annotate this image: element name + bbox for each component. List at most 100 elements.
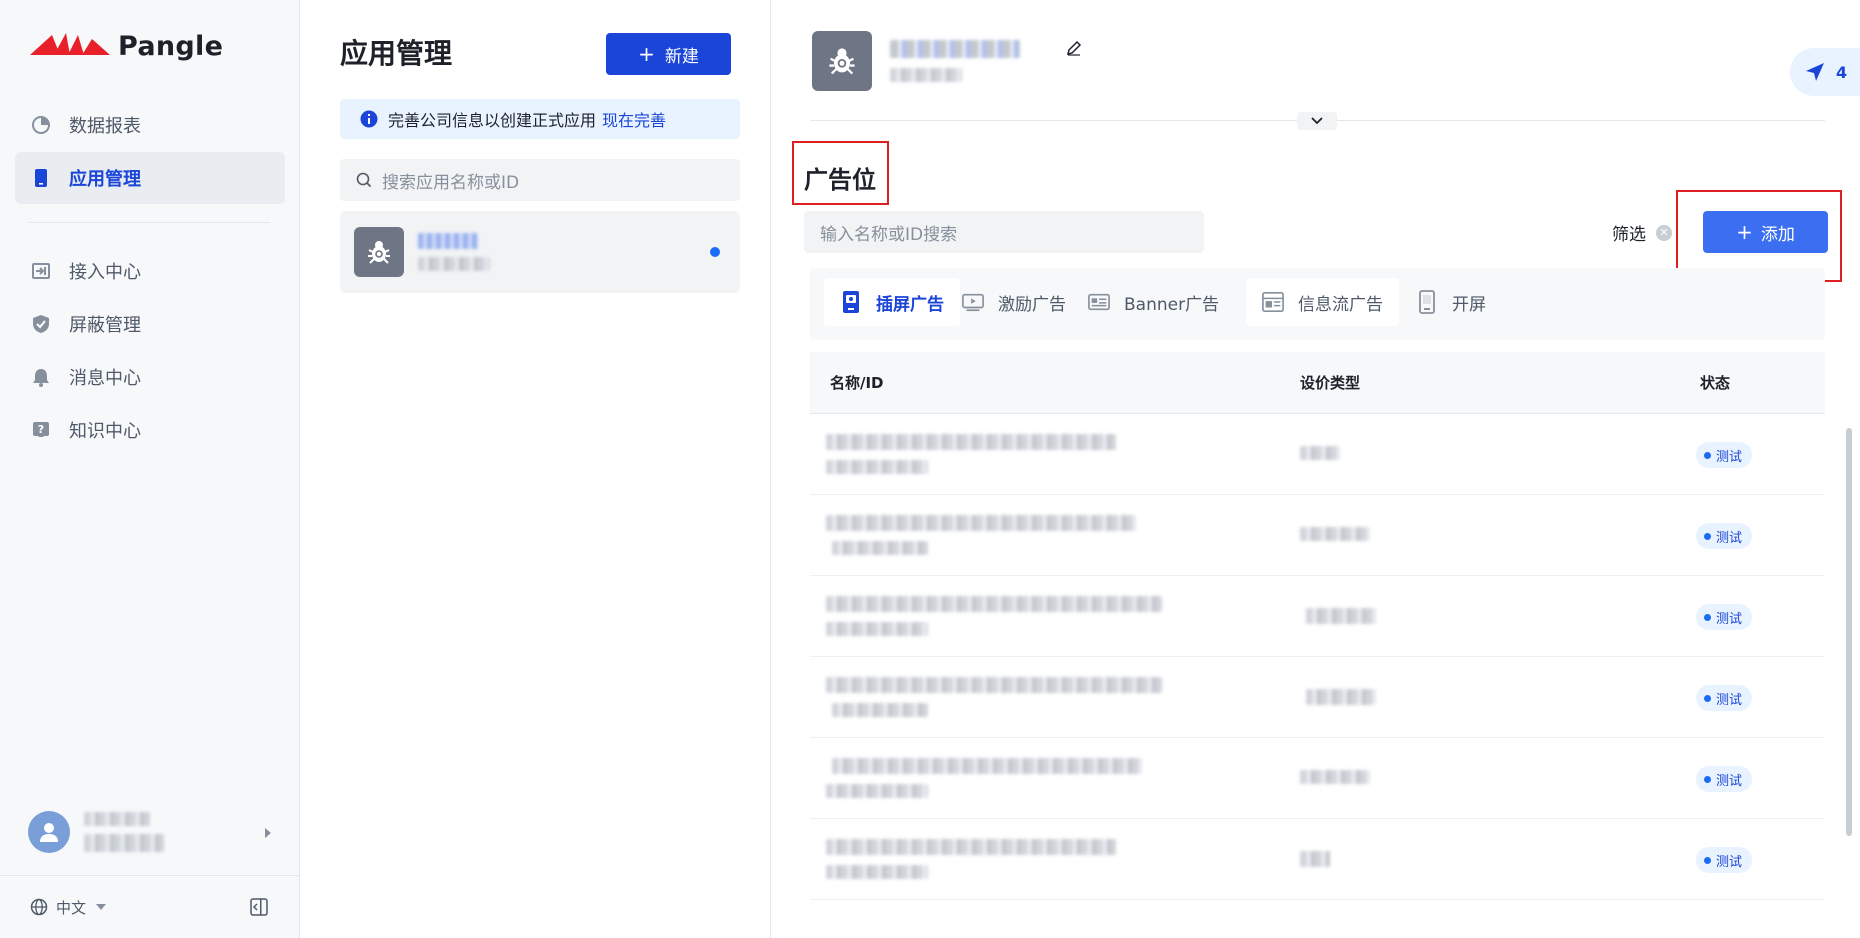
edit-icon[interactable]	[1066, 40, 1082, 56]
add-ad-slot-button[interactable]: + 添加	[1703, 211, 1828, 253]
ad-type-tabs: 插屏广告 激励广告 Banner广告 信息流广告 开屏	[810, 268, 1825, 340]
sidebar-item-message-center[interactable]: 消息中心	[15, 351, 285, 403]
sidebar-item-label: 应用管理	[69, 169, 141, 190]
new-app-button[interactable]: + 新建	[606, 33, 731, 75]
sidebar: Pangle 数据报表 应用管理 接入中心 屏蔽管理 消息中心 ? 知识中心 中…	[0, 0, 300, 938]
column-header-status: 状态	[1700, 374, 1731, 392]
info-icon	[360, 110, 378, 128]
slot-type-redacted	[1306, 689, 1376, 705]
table-row[interactable]: 测试	[810, 495, 1825, 576]
plus-icon: +	[638, 42, 655, 66]
sidebar-item-integration[interactable]: 接入中心	[15, 245, 285, 297]
sidebar-item-data-report[interactable]: 数据报表	[15, 99, 285, 151]
slot-type-redacted	[1300, 527, 1370, 541]
section-title: 广告位	[804, 166, 876, 194]
app-list-item[interactable]	[340, 211, 740, 293]
sidebar-item-knowledge-center[interactable]: ? 知识中心	[15, 404, 285, 456]
rewarded-video-icon	[962, 290, 984, 314]
info-notice: 完善公司信息以创建正式应用 现在完善	[340, 99, 740, 139]
notification-count: 4	[1836, 62, 1848, 82]
status-badge: 测试	[1696, 523, 1753, 549]
pie-chart-icon	[31, 115, 51, 135]
user-icon	[40, 823, 58, 842]
column-header-type: 设价类型	[1300, 374, 1361, 392]
svg-text:?: ?	[38, 423, 44, 436]
app-search-input[interactable]: 搜索应用名称或ID	[340, 159, 740, 201]
table-row[interactable]: 测试	[810, 738, 1825, 819]
slot-type-redacted	[1300, 851, 1330, 867]
slot-id-redacted	[826, 865, 928, 879]
clear-filter-icon[interactable]: ✕	[1656, 224, 1672, 241]
selected-indicator	[710, 247, 720, 257]
status-badge: 测试	[1696, 685, 1753, 711]
new-app-button-label: 新建	[664, 46, 699, 67]
ad-slot-search-input[interactable]: 输入名称或ID搜索	[804, 211, 1204, 253]
pangle-logo[interactable]: Pangle	[30, 28, 223, 64]
slot-id-redacted	[826, 622, 928, 636]
app-name-redacted	[418, 233, 478, 249]
sidebar-item-label: 消息中心	[69, 368, 141, 389]
user-profile[interactable]	[28, 808, 278, 856]
collapse-sidebar-icon[interactable]	[250, 898, 268, 916]
tab-feed[interactable]: 信息流广告	[1246, 278, 1399, 326]
status-badge: 测试	[1696, 766, 1753, 792]
caret-right-icon[interactable]	[264, 828, 272, 838]
slot-name-redacted	[826, 677, 1162, 693]
pangle-logo-mark	[30, 33, 110, 55]
scrollbar[interactable]	[1846, 428, 1852, 836]
user-name-redacted	[84, 812, 150, 826]
expand-toggle[interactable]	[1297, 112, 1337, 130]
language-selector[interactable]: 中文	[56, 897, 86, 918]
globe-icon	[30, 898, 48, 916]
app-list-panel: 应用管理 + 新建 完善公司信息以创建正式应用 现在完善 搜索应用名称或ID	[300, 0, 771, 938]
interstitial-ad-icon	[840, 290, 862, 314]
chevron-down-icon	[1311, 117, 1323, 125]
tab-rewarded[interactable]: 激励广告	[946, 278, 1082, 326]
slot-id-redacted	[832, 703, 928, 717]
tab-splash[interactable]: 开屏	[1400, 278, 1502, 326]
bug-app-icon	[812, 31, 872, 91]
slot-type-redacted	[1300, 770, 1370, 784]
app-detail-panel: 4 广告位 输入名称或ID搜索 筛选 ✕ + 添加 插屏广告 激励广告 Bann…	[772, 0, 1860, 938]
slot-id-redacted	[826, 784, 928, 798]
tab-label: 开屏	[1452, 294, 1486, 315]
ad-slot-table: 名称/ID 设价类型 状态 测试 测试 测试 测试 测试 测试	[810, 352, 1825, 900]
slot-type-redacted	[1300, 446, 1340, 460]
bug-app-icon	[354, 227, 404, 277]
sidebar-item-block-management[interactable]: 屏蔽管理	[15, 298, 285, 350]
sidebar-item-app-management[interactable]: 应用管理	[15, 152, 285, 204]
banner-ad-icon	[1088, 290, 1110, 314]
slot-id-redacted	[826, 460, 928, 474]
slot-id-redacted	[832, 541, 928, 555]
slot-name-redacted	[826, 434, 1116, 450]
page-title: 应用管理	[340, 37, 453, 70]
table-row[interactable]: 测试	[810, 657, 1825, 738]
slot-type-redacted	[1306, 608, 1376, 624]
tab-banner[interactable]: Banner广告	[1072, 278, 1235, 326]
app-title-redacted	[890, 40, 1020, 58]
notification-pill[interactable]: 4	[1790, 48, 1860, 96]
tab-interstitial[interactable]: 插屏广告	[824, 278, 960, 326]
status-badge: 测试	[1696, 604, 1753, 630]
sidebar-item-label: 数据报表	[69, 116, 141, 137]
add-button-label: 添加	[1760, 224, 1795, 245]
complete-now-link[interactable]: 现在完善	[602, 107, 666, 131]
tab-label: 激励广告	[998, 294, 1066, 315]
sidebar-item-label: 知识中心	[69, 421, 141, 442]
table-row[interactable]: 测试	[810, 576, 1825, 657]
table-row[interactable]: 测试	[810, 414, 1825, 495]
nav-divider	[28, 222, 270, 223]
ad-slot-search-placeholder: 输入名称或ID搜索	[820, 224, 958, 245]
shield-icon	[31, 314, 51, 334]
caret-down-icon[interactable]	[96, 904, 107, 910]
table-header: 名称/ID 设价类型 状态	[810, 352, 1825, 414]
sidebar-item-label: 屏蔽管理	[69, 315, 141, 336]
app-id-redacted	[418, 257, 490, 271]
brand-name: Pangle	[118, 30, 224, 62]
import-icon	[31, 261, 51, 281]
tab-label: 插屏广告	[876, 294, 944, 315]
table-row[interactable]: 测试	[810, 819, 1825, 900]
sidebar-item-label: 接入中心	[69, 262, 141, 283]
filter-button[interactable]: 筛选 ✕	[1612, 220, 1672, 245]
column-header-name: 名称/ID	[830, 374, 884, 392]
